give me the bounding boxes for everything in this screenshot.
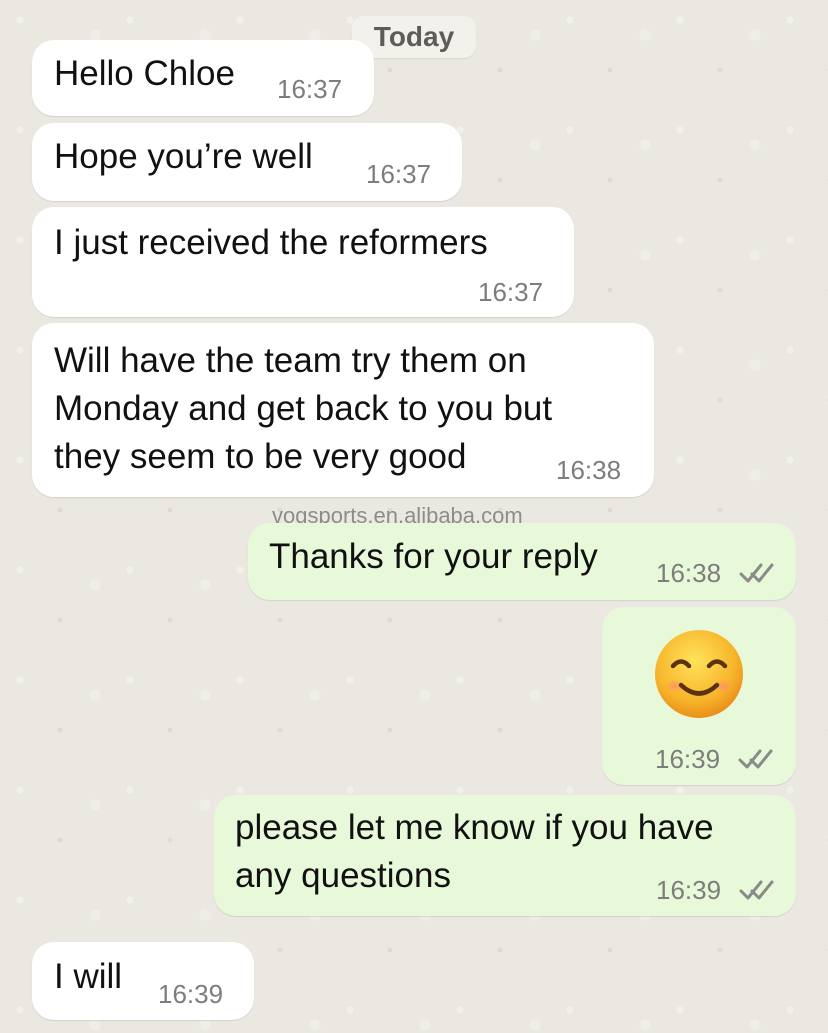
message-outgoing-1[interactable]: Thanks for your reply 16:38: [248, 523, 796, 600]
message-text-line-1: please let me know if you have: [235, 808, 714, 847]
message-text-line-2: Monday and get back to you but: [54, 389, 553, 428]
message-time: 16:38: [656, 558, 722, 588]
message-text-line-1: Will have the team try them on: [54, 341, 527, 380]
message-text-line-2: any questions: [235, 856, 451, 895]
message-text: Thanks for your reply: [269, 537, 598, 576]
message-text-line-3: they seem to be very good: [54, 437, 467, 476]
message-text: I will: [54, 957, 123, 996]
message-incoming-2[interactable]: Hope you’re well 16:37: [32, 123, 462, 201]
bubble-tail: [50, 481, 68, 497]
message-incoming-3[interactable]: I just received the reformers 16:37: [32, 207, 574, 317]
message-time: 16:37: [366, 159, 432, 189]
smiling-face-with-smiling-eyes-icon: [655, 630, 743, 718]
message-time: 16:38: [556, 455, 622, 485]
message-text: Hello Chloe: [54, 54, 235, 93]
message-incoming-4[interactable]: Will have the team try them on Monday an…: [32, 323, 654, 497]
message-incoming-1[interactable]: Hello Chloe 16:37: [32, 40, 374, 116]
double-check-icon: [739, 880, 774, 900]
double-check-icon: [739, 563, 774, 583]
date-label: Today: [373, 21, 455, 52]
message-text: Hope you’re well: [54, 137, 313, 176]
message-time: 16:37: [478, 277, 544, 307]
message-outgoing-2[interactable]: please let me know if you have any quest…: [214, 795, 796, 916]
message-text: I just received the reformers: [54, 223, 488, 262]
bubble-tail: [760, 900, 778, 916]
message-incoming-5[interactable]: I will 16:39: [32, 942, 254, 1020]
message-time: 16:37: [277, 74, 343, 104]
message-time: 16:39: [656, 875, 722, 905]
message-time: 16:39: [158, 979, 224, 1009]
message-time: 16:39: [655, 744, 721, 774]
double-check-icon: [738, 749, 773, 769]
